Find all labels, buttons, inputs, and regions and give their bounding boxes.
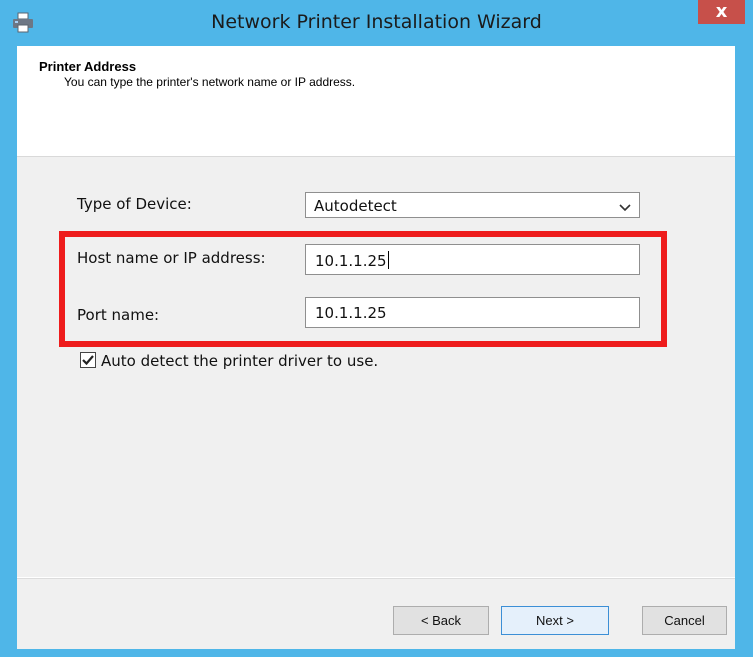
auto-detect-checkbox[interactable] xyxy=(80,352,96,368)
wizard-header: Printer Address You can type the printer… xyxy=(17,46,735,157)
device-type-select[interactable]: Autodetect xyxy=(305,192,640,218)
checkmark-icon xyxy=(82,355,94,366)
title-bar[interactable]: Network Printer Installation Wizard x xyxy=(0,0,753,46)
close-button[interactable]: x xyxy=(698,0,745,24)
next-button[interactable]: Next > xyxy=(501,606,609,635)
back-button[interactable]: < Back xyxy=(393,606,489,635)
wizard-window: Network Printer Installation Wizard x Pr… xyxy=(0,0,753,657)
wizard-footer: < Back Next > Cancel xyxy=(17,578,735,649)
auto-detect-label[interactable]: Auto detect the printer driver to use. xyxy=(101,352,378,370)
port-input[interactable]: 10.1.1.25 xyxy=(305,297,640,328)
wizard-client-area: Printer Address You can type the printer… xyxy=(17,46,735,649)
window-title: Network Printer Installation Wizard xyxy=(211,11,542,33)
chevron-down-icon xyxy=(619,200,631,212)
host-label: Host name or IP address: xyxy=(77,249,266,267)
device-type-label: Type of Device: xyxy=(77,195,192,213)
port-label: Port name: xyxy=(77,306,160,324)
page-title: Printer Address xyxy=(39,59,137,74)
cancel-button[interactable]: Cancel xyxy=(642,606,727,635)
close-icon: x xyxy=(715,1,728,22)
host-value: 10.1.1.25 xyxy=(315,251,389,270)
wizard-body: Type of Device: Autodetect Host name or … xyxy=(17,157,735,577)
host-input[interactable]: 10.1.1.25 xyxy=(305,244,640,275)
text-caret xyxy=(387,251,389,269)
port-value: 10.1.1.25 xyxy=(315,304,387,322)
page-subtitle: You can type the printer's network name … xyxy=(64,75,356,89)
device-type-value: Autodetect xyxy=(314,197,397,215)
